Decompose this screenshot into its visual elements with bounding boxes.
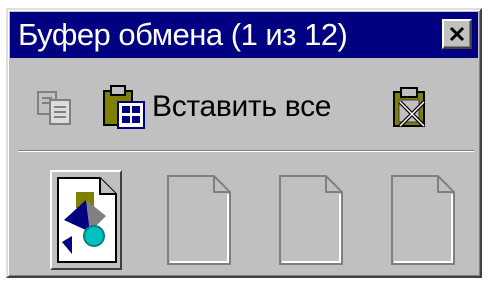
clear-clipboard-button[interactable] xyxy=(390,86,434,130)
close-button[interactable] xyxy=(442,19,472,49)
copy-icon xyxy=(37,91,71,125)
toolbar: Вставить все xyxy=(10,70,478,140)
clipboard-slot-empty[interactable] xyxy=(162,170,234,270)
paste-icon xyxy=(103,85,145,129)
clipboard-slot-empty[interactable] xyxy=(386,170,458,270)
empty-slot-icon xyxy=(167,175,231,265)
window-title: Буфер обмена (1 из 12) xyxy=(18,17,348,52)
toolbar-divider xyxy=(18,150,474,152)
title-bar[interactable]: Буфер обмена (1 из 12) xyxy=(10,12,478,58)
item-selection-frame xyxy=(50,170,122,270)
clear-clipboard-icon xyxy=(393,87,426,128)
clipboard-slot-empty[interactable] xyxy=(274,170,346,270)
empty-slot-icon xyxy=(391,175,455,265)
paste-all-label: Вставить все xyxy=(152,90,332,123)
copy-button[interactable] xyxy=(36,88,76,128)
clipboard-window: Буфер обмена (1 из 12) Вставить все xyxy=(6,8,482,278)
paste-all-button[interactable]: Вставить все xyxy=(102,84,331,130)
clipboard-item[interactable] xyxy=(50,170,122,270)
empty-slot-icon xyxy=(279,175,343,265)
close-icon xyxy=(449,26,465,42)
